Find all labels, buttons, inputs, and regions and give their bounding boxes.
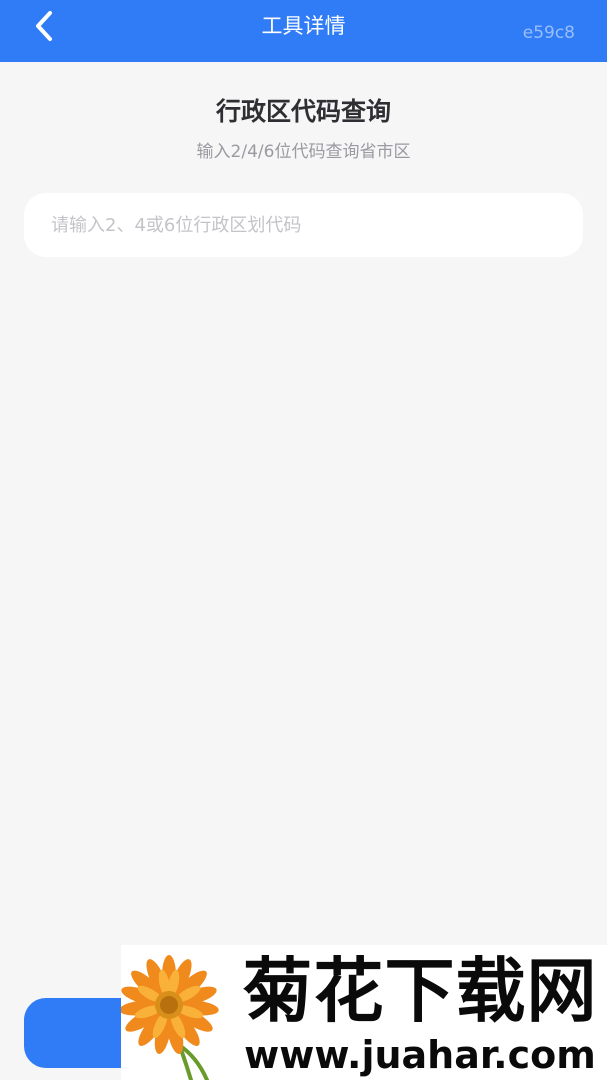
tool-subtitle: 输入2/4/6位代码查询省市区 — [196, 142, 411, 162]
watermark-overlay: 菊花下载网 www.juahar.com — [121, 945, 607, 1080]
tool-title: 行政区代码查询 — [215, 97, 391, 126]
nav-tag: e59c8 — [522, 23, 575, 43]
top-nav-bar: 工具详情 e59c8 — [0, 0, 607, 62]
region-code-input[interactable] — [24, 193, 583, 257]
nav-title: 工具详情 — [261, 14, 346, 38]
watermark-url: www.juahar.com — [244, 1033, 596, 1077]
watermark-title: 菊花下载网 — [242, 950, 598, 1032]
app-screen: 工具详情 e59c8 行政区代码查询 输入2/4/6位代码查询省市区 请输入2、… — [0, 0, 607, 1080]
flower-icon — [121, 955, 219, 1080]
